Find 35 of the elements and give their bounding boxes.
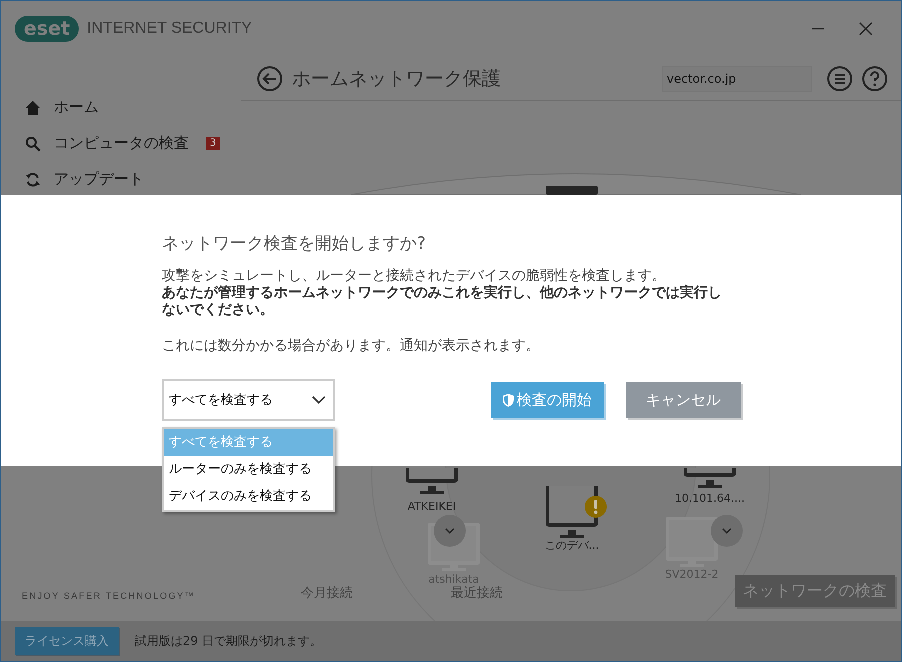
license-button[interactable]: ライセンス購入	[15, 627, 119, 655]
map-tab[interactable]: 今月接続	[301, 584, 353, 602]
count-badge: 3	[206, 137, 220, 150]
menu-icon[interactable]	[827, 66, 853, 92]
dialog-text: 攻撃をシミュレートし、ルーターと接続されたデバイスの脆弱性を検査します。	[162, 268, 667, 285]
scan-scope-dropdown[interactable]: すべてを検査する	[162, 379, 335, 421]
device-label: このデバ...	[544, 538, 600, 553]
device-label: ATKEIKEI	[408, 500, 456, 513]
shield-icon	[503, 394, 514, 406]
back-icon[interactable]	[257, 66, 283, 92]
eset-logo: eset	[15, 16, 80, 42]
dialog-note: これには数分かかる場合があります。通知が表示されます。	[162, 337, 541, 355]
search-icon	[25, 136, 41, 152]
trial-message: 試用版は29 日で期限が切れます。	[135, 632, 322, 650]
sidebar-item[interactable]: コンピュータの検査 3	[25, 133, 241, 154]
dialog-title: ネットワーク検査を開始しますか?	[162, 233, 428, 255]
dropdown-option[interactable]: ルーターのみを検査する	[164, 456, 333, 483]
home-icon	[25, 100, 41, 116]
refresh-icon	[25, 172, 41, 188]
search-field[interactable]: vector.co.jp	[662, 66, 812, 92]
map-tab[interactable]: 最近接続	[451, 584, 503, 602]
dropdown-option[interactable]: デバイスのみを検査する	[164, 483, 333, 510]
cancel-button[interactable]: キャンセル	[626, 382, 741, 418]
help-icon[interactable]	[862, 66, 888, 92]
close-icon[interactable]	[859, 22, 873, 36]
product-name: INTERNET SECURITY	[87, 20, 252, 38]
start-scan-button[interactable]: 検査の開始	[491, 382, 604, 418]
chevron-down-icon	[312, 396, 326, 404]
dropdown-option[interactable]: すべてを検査する	[164, 429, 333, 456]
dialog-warning: あなたが管理するホームネットワークでのみこれを実行し、他のネットワークでは実行しないでください。	[162, 285, 722, 319]
sidebar-item[interactable]: アップデート	[25, 169, 241, 190]
tagline: ENJOY SAFER TECHNOLOGY™	[22, 591, 196, 601]
device-label: 10.101.64....	[675, 492, 745, 505]
page-title: ホームネットワーク保護	[292, 66, 501, 92]
sidebar-item[interactable]: ホーム	[25, 97, 241, 118]
